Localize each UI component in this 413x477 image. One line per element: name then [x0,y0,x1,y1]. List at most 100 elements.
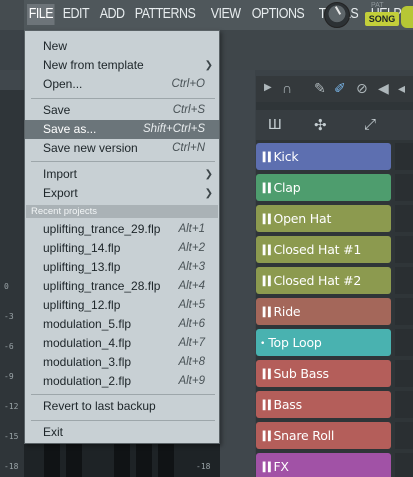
channel-button[interactable]: ▐▐ Open Hat [256,205,391,232]
channel-button[interactable]: ▐▐ FX [256,453,391,477]
channel-step-area[interactable] [395,298,413,325]
waveform-icon[interactable]: ✣ [314,116,327,134]
recent-project-item[interactable]: modulation_3.flp Alt+8 [25,353,219,372]
menu-item-exit[interactable]: Exit [25,423,219,442]
db-label-6: -6 [4,342,14,351]
menu-separator [31,98,215,99]
menu-view[interactable]: VIEW [209,4,242,25]
channel-button[interactable]: • Top Loop [256,329,391,356]
menu-items: FILE EDIT ADD PATTERNS VIEW OPTIONS TOOL… [27,4,410,25]
paint-icon[interactable]: ✐ [334,80,346,97]
speaker-icon[interactable]: ◀ [378,80,389,97]
recent-project-item[interactable]: uplifting_14.flp Alt+2 [25,239,219,258]
toolbar-strip [220,30,413,70]
channel-name: Top Loop [268,335,322,350]
channel-step-area[interactable] [395,236,413,263]
menu-separator [31,420,215,421]
pattern-label: PAT [371,2,384,9]
channel-step-area[interactable] [395,453,413,477]
song-mode-button[interactable]: SONG [365,12,399,26]
submenu-arrow-icon: ❯ [204,169,213,180]
channel-button[interactable]: ▐▐ Kick [256,143,391,170]
db-label-9: -9 [4,372,14,381]
channel-step-area[interactable] [395,174,413,201]
channel-step-area[interactable] [395,267,413,294]
menu-file[interactable]: FILE [27,4,55,25]
level-meter [158,444,174,477]
level-meter [136,444,152,477]
menu-bar: FILE EDIT ADD PATTERNS VIEW OPTIONS TOOL… [0,0,413,30]
channel-step-area[interactable] [395,422,413,449]
db-label-right: -18 [196,462,211,471]
db-label-12: -12 [4,402,19,411]
menu-item-import[interactable]: Import ❯ [25,165,219,184]
channel-name: Bass [273,397,302,412]
db-label-15: -15 [4,432,19,441]
menu-item-export[interactable]: Export ❯ [25,184,219,203]
level-meter [114,444,130,477]
file-menu-dropdown: New New from template ❯ Open... Ctrl+O S… [24,30,220,444]
recent-projects-header: Recent projects [26,205,218,218]
channel-name: Kick [273,149,299,164]
db-label-3: -3 [4,312,14,321]
channel-name: Closed Hat #1 [273,242,362,257]
menu-item-new-from-template[interactable]: New from template ❯ [25,56,219,75]
channel-name: Sub Bass [273,366,329,381]
channel-name: Closed Hat #2 [273,273,362,288]
channel-button[interactable]: ▐▐ Bass [256,391,391,418]
recent-project-item[interactable]: uplifting_trance_29.flp Alt+1 [25,220,219,239]
submenu-arrow-icon: ❯ [204,60,213,71]
channel-marker-icon: ▐▐ [260,432,271,442]
recent-project-item[interactable]: modulation_4.flp Alt+7 [25,334,219,353]
menu-item-save-as[interactable]: Save as... Shift+Ctrl+S [25,120,219,139]
channel-name: Open Hat [273,211,332,226]
submenu-arrow-icon: ❯ [204,188,213,199]
channel-step-area[interactable] [395,329,413,356]
channel-marker-icon: ▐▐ [260,277,271,287]
channel-marker-icon: ▐▐ [260,246,271,256]
channel-name: Ride [273,304,301,319]
headphones-icon[interactable]: ∩ [282,80,292,96]
channel-step-area[interactable] [395,360,413,387]
menu-item-new[interactable]: New [25,37,219,56]
level-meter [44,444,60,477]
channel-marker-icon: ▐▐ [260,370,271,380]
channel-marker-icon: ▐▐ [260,215,271,225]
recent-project-item[interactable]: uplifting_13.flp Alt+3 [25,258,219,277]
channel-marker-icon: ▐▐ [260,463,271,473]
menu-edit[interactable]: EDIT [61,4,91,25]
menu-item-save-new-version[interactable]: Save new version Ctrl+N [25,139,219,158]
piano-roll-icon[interactable]: Ш [268,116,282,133]
channel-button[interactable]: ▐▐ Sub Bass [256,360,391,387]
menu-item-revert[interactable]: Revert to last backup [25,397,219,416]
db-label-18: -18 [4,462,19,471]
recent-project-item[interactable]: uplifting_12.flp Alt+5 [25,296,219,315]
channel-step-area[interactable] [395,391,413,418]
menu-options[interactable]: OPTIONS [250,4,306,25]
menu-patterns[interactable]: PATTERNS [133,4,197,25]
channel-marker-icon: ▐▐ [260,401,271,411]
master-volume-knob[interactable] [324,2,350,28]
recent-project-item[interactable]: uplifting_trance_28.flp Alt+4 [25,277,219,296]
channel-step-area[interactable] [395,143,413,170]
menu-item-open[interactable]: Open... Ctrl+O [25,75,219,94]
channel-button[interactable]: ▐▐ Closed Hat #1 [256,236,391,263]
rack-menu-arrow-icon[interactable]: ▶ [264,82,272,93]
menu-add[interactable]: ADD [98,4,126,25]
menu-item-save[interactable]: Save Ctrl+S [25,101,219,120]
menu-separator [31,161,215,162]
channel-button[interactable]: ▐▐ Snare Roll [256,422,391,449]
channel-button[interactable]: ▐▐ Clap [256,174,391,201]
channel-step-area[interactable] [395,205,413,232]
channel-button[interactable]: ▐▐ Ride [256,298,391,325]
channel-name: Snare Roll [273,428,335,443]
more-icon[interactable]: ◂ [398,80,405,97]
channel-button[interactable]: ▐▐ Closed Hat #2 [256,267,391,294]
pencil-icon[interactable]: ✎ [314,80,326,97]
channel-marker-icon: ▐▐ [260,184,271,194]
recent-project-item[interactable]: modulation_2.flp Alt+9 [25,372,219,391]
automation-icon[interactable]: ⤢ [364,116,376,133]
channel-marker-icon: ▐▐ [260,308,271,318]
mute-icon[interactable]: ⊘ [356,80,368,97]
recent-project-item[interactable]: modulation_5.flp Alt+6 [25,315,219,334]
